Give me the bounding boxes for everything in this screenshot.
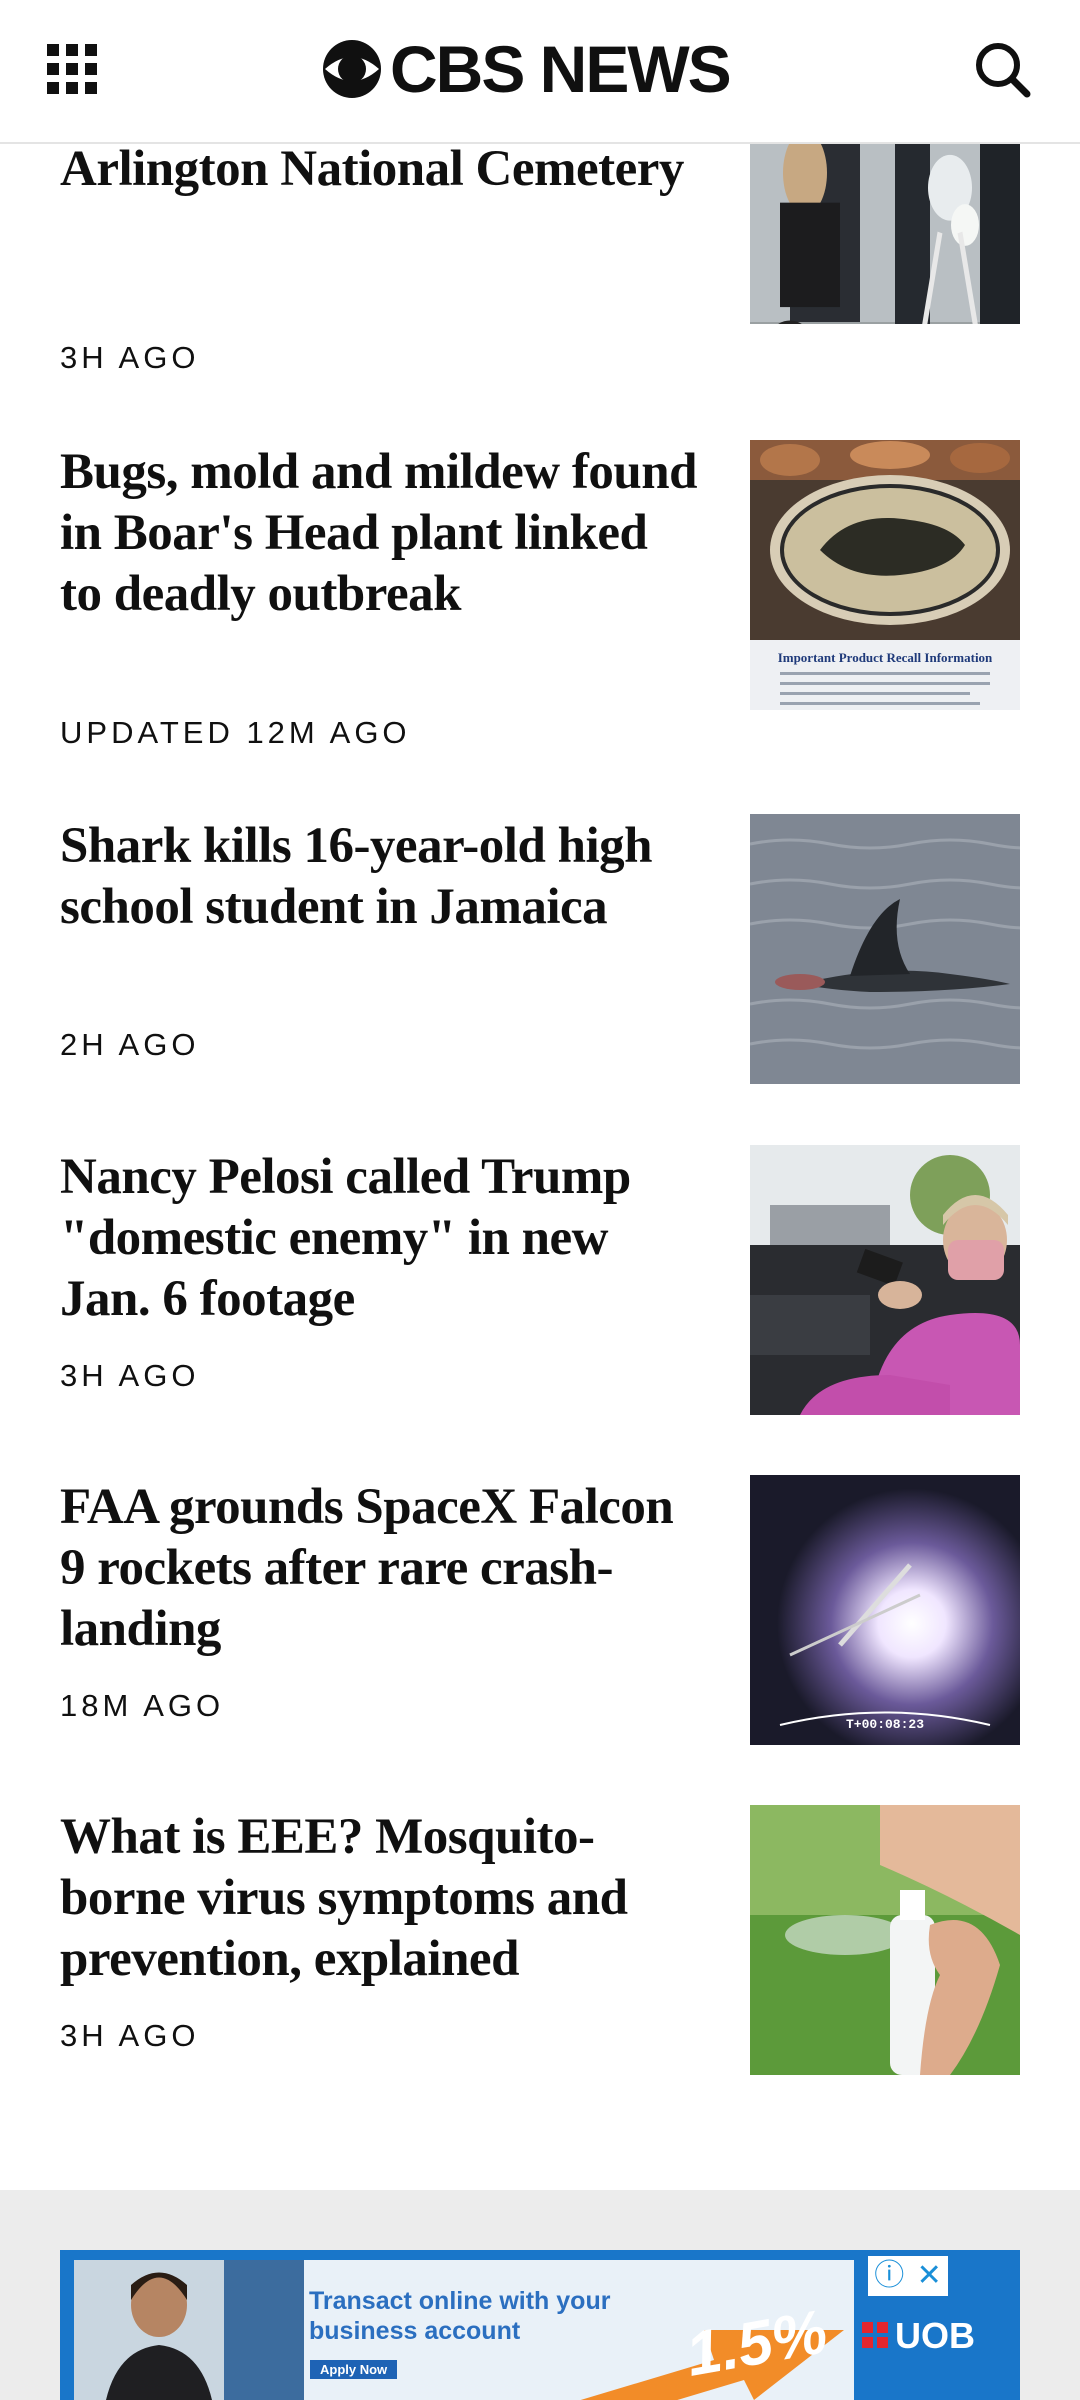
story-thumbnail[interactable] [750, 814, 1020, 1084]
story-item[interactable]: Nancy Pelosi called Trump "domestic enem… [60, 1145, 1020, 1445]
story-time: 18M AGO [60, 1688, 225, 1723]
story-item[interactable]: Shark kills 16-year-old high school stud… [60, 814, 1020, 1114]
story-item[interactable]: FAA grounds SpaceX Falcon 9 rockets afte… [60, 1475, 1020, 1775]
story-time: 3H AGO [60, 2018, 200, 2053]
story-time: UPDATED 12M AGO [60, 715, 411, 750]
uob-mark-icon [862, 2322, 888, 2348]
close-icon[interactable]: ✕ [917, 2259, 942, 2293]
ad-controls: ⓘ ✕ [868, 2256, 948, 2296]
ad-brand: UOB [895, 2315, 975, 2356]
cbs-news-logo[interactable]: CBS NEWS [322, 32, 732, 106]
story-item[interactable]: What is EEE? Mosquito-borne virus sympto… [60, 1805, 1020, 2105]
shark-photo [750, 814, 1020, 1084]
story-thumbnail[interactable] [750, 143, 1020, 324]
story-title[interactable]: Nancy Pelosi called Trump "domestic enem… [60, 1147, 700, 1330]
story-title[interactable]: Bugs, mold and mildew found in Boar's He… [60, 442, 700, 625]
boars-head-photo: Important Product Recall Information [750, 440, 1020, 710]
story-title[interactable]: Shark kills 16-year-old high school stud… [60, 816, 700, 938]
info-icon[interactable]: ⓘ [874, 2259, 904, 2293]
search-icon[interactable] [973, 40, 1031, 98]
story-thumbnail[interactable] [750, 1145, 1020, 1415]
story-time: 3H AGO [60, 340, 200, 375]
top-header: CBS NEWS [0, 0, 1080, 144]
spacex-photo: T+00:08:23 [750, 1475, 1020, 1745]
pelosi-photo [750, 1145, 1020, 1415]
logo-text: CBS NEWS [390, 32, 732, 106]
story-title[interactable]: FAA grounds SpaceX Falcon 9 rockets afte… [60, 1477, 700, 1660]
cbs-eye-icon [323, 40, 381, 98]
ad-apply-button[interactable]: Apply Now [310, 2360, 398, 2379]
ad-person-photo [74, 2260, 304, 2400]
story-thumbnail[interactable]: T+00:08:23 [750, 1475, 1020, 1745]
mosquito-spray-photo [750, 1805, 1020, 2075]
story-thumbnail[interactable] [750, 1805, 1020, 2075]
spacex-timer: T+00:08:23 [846, 1717, 924, 1732]
story-time: 3H AGO [60, 1358, 200, 1393]
recall-heading: Important Product Recall Information [778, 650, 993, 665]
story-item[interactable]: Bugs, mold and mildew found in Boar's He… [60, 440, 1020, 750]
story-title[interactable]: What is EEE? Mosquito-borne virus sympto… [60, 1807, 700, 1990]
story-thumbnail[interactable]: Important Product Recall Information [750, 440, 1020, 710]
story-time: 2H AGO [60, 1027, 200, 1062]
menu-grid-icon[interactable] [47, 44, 97, 94]
arlington-photo [750, 143, 1020, 324]
ad-panel: Transact online with your business accou… [74, 2260, 854, 2400]
